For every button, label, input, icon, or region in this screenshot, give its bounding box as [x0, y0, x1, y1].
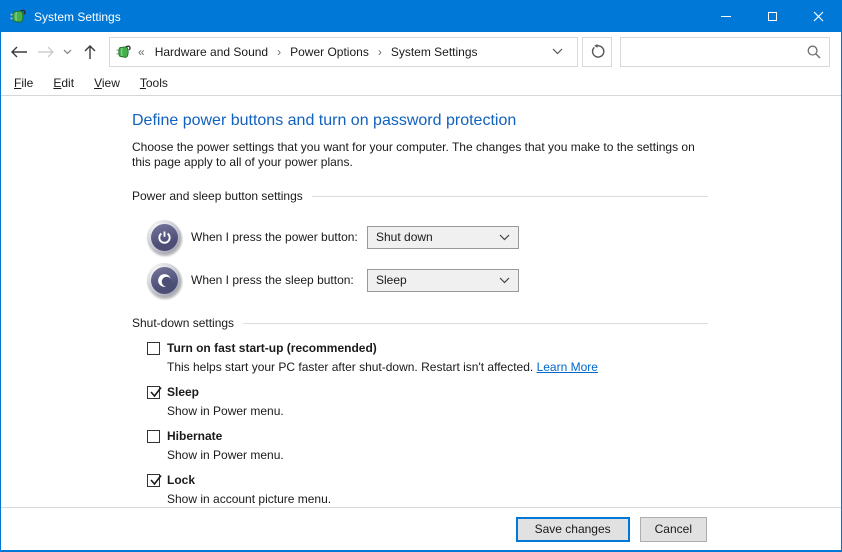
hibernate-label[interactable]: Hibernate — [167, 429, 222, 443]
minimize-icon — [721, 16, 731, 17]
menu-bar: File Edit View Tools — [1, 71, 841, 96]
moon-symbol-icon — [155, 271, 174, 290]
section-title: Shut-down settings — [132, 316, 243, 330]
lock-label[interactable]: Lock — [167, 473, 195, 487]
breadcrumb-hardware-and-sound[interactable]: Hardware and Sound — [153, 45, 270, 59]
chevron-down-icon — [499, 234, 510, 241]
back-arrow-icon — [10, 46, 28, 58]
search-icon[interactable] — [807, 45, 821, 59]
back-button[interactable] — [5, 37, 33, 67]
footer-bar: Save changes Cancel — [1, 507, 841, 550]
forward-arrow-icon — [37, 46, 55, 58]
maximize-icon — [768, 12, 777, 21]
fast-startup-label[interactable]: Turn on fast start-up (recommended) — [167, 341, 377, 355]
titlebar: System Settings — [1, 1, 841, 32]
address-dropdown-button[interactable] — [544, 48, 571, 55]
section-divider — [312, 196, 708, 197]
power-button-dropdown[interactable]: Shut down — [367, 226, 519, 249]
hibernate-item: Hibernate Show in Power menu. — [147, 429, 708, 462]
breadcrumb-power-options[interactable]: Power Options — [288, 45, 371, 59]
sleep-label[interactable]: Sleep — [167, 385, 199, 399]
check-icon — [148, 384, 164, 400]
address-bar[interactable]: « Hardware and Sound › Power Options › S… — [109, 37, 578, 67]
power-plug-icon — [10, 8, 27, 25]
search-box — [620, 37, 830, 67]
fast-startup-checkbox[interactable] — [147, 342, 160, 355]
breadcrumb-collapsed-chevrons[interactable]: « — [138, 45, 145, 59]
page-description: Choose the power settings that you want … — [132, 140, 712, 170]
window-title: System Settings — [34, 10, 121, 24]
main-content: Define power buttons and turn on passwor… — [1, 96, 708, 506]
hibernate-checkbox[interactable] — [147, 430, 160, 443]
menu-file[interactable]: File — [4, 73, 43, 93]
lock-description: Show in account picture menu. — [167, 492, 708, 506]
refresh-icon — [590, 44, 605, 59]
menu-edit[interactable]: Edit — [43, 73, 84, 93]
page-title: Define power buttons and turn on passwor… — [132, 112, 708, 130]
recent-pages-button[interactable] — [59, 37, 75, 67]
chevron-down-icon — [552, 48, 563, 55]
up-arrow-icon — [84, 44, 96, 60]
sleep-button-icon — [147, 263, 181, 297]
sleep-button-dropdown[interactable]: Sleep — [367, 269, 519, 292]
close-button[interactable] — [795, 1, 841, 32]
section-shutdown-settings: Shut-down settings — [132, 316, 708, 330]
section-power-and-sleep: Power and sleep button settings — [132, 189, 708, 203]
sleep-button-label: When I press the sleep button: — [191, 273, 367, 287]
lock-checkbox[interactable] — [147, 474, 160, 487]
power-button-dropdown-value: Shut down — [376, 230, 499, 244]
learn-more-link[interactable]: Learn More — [537, 360, 598, 374]
maximize-button[interactable] — [749, 1, 795, 32]
minimize-button[interactable] — [703, 1, 749, 32]
cancel-button[interactable]: Cancel — [640, 517, 707, 542]
sleep-description: Show in Power menu. — [167, 404, 708, 418]
breadcrumb-system-settings[interactable]: System Settings — [389, 45, 480, 59]
power-symbol-icon — [156, 229, 173, 246]
fast-startup-item: Turn on fast start-up (recommended) This… — [147, 341, 708, 374]
sleep-button-row: When I press the sleep button: Sleep — [147, 263, 708, 297]
breadcrumb-separator[interactable]: › — [371, 45, 389, 59]
power-button-label: When I press the power button: — [191, 230, 367, 244]
forward-button[interactable] — [33, 37, 59, 67]
section-title: Power and sleep button settings — [132, 189, 312, 203]
sleep-button-dropdown-value: Sleep — [376, 273, 499, 287]
chevron-down-icon — [499, 277, 510, 284]
sleep-button-icon-inner — [151, 267, 178, 294]
hibernate-description: Show in Power menu. — [167, 448, 708, 462]
search-input[interactable] — [629, 44, 807, 60]
sleep-checkbox[interactable] — [147, 386, 160, 399]
menu-view[interactable]: View — [84, 73, 130, 93]
up-button[interactable] — [75, 37, 105, 67]
power-button-icon-inner — [151, 224, 178, 251]
power-plug-icon — [116, 44, 132, 60]
caption-buttons — [703, 1, 841, 32]
breadcrumb-separator[interactable]: › — [270, 45, 288, 59]
lock-item: Lock Show in account picture menu. — [147, 473, 708, 506]
save-changes-button[interactable]: Save changes — [516, 517, 630, 542]
refresh-button[interactable] — [582, 37, 612, 67]
check-icon — [148, 472, 164, 488]
chevron-down-icon — [63, 49, 72, 55]
power-button-icon — [147, 220, 181, 254]
sleep-item: Sleep Show in Power menu. — [147, 385, 708, 418]
fast-startup-description: This helps start your PC faster after sh… — [167, 360, 708, 374]
system-settings-window: System Settings — [0, 0, 842, 552]
navigation-bar: « Hardware and Sound › Power Options › S… — [1, 32, 841, 71]
power-button-row: When I press the power button: Shut down — [147, 220, 708, 254]
menu-tools[interactable]: Tools — [130, 73, 178, 93]
close-icon — [813, 11, 824, 22]
section-divider — [243, 323, 708, 324]
